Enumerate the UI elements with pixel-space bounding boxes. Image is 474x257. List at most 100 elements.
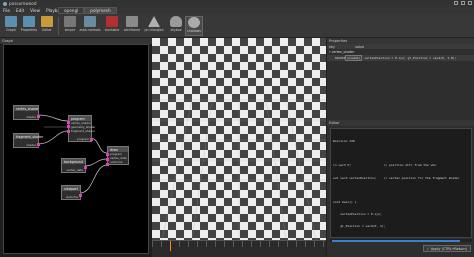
auto-normals-button-label: auto normals (79, 28, 101, 32)
editor-panel: Editor #version 130 in vec3 P; // positi… (326, 120, 474, 257)
timeline-ticks (152, 241, 326, 247)
node-title: vertex_shader (14, 106, 39, 111)
window-controls (454, 1, 472, 5)
node-row: fragment_shader (71, 129, 95, 133)
wire-background-to-draw (83, 158, 108, 167)
menu-edit[interactable]: Edit (16, 8, 24, 13)
code-line: } (333, 237, 469, 238)
simple-button[interactable]: simple (61, 16, 79, 36)
toolbar: Graph Properties Editor simple auto norm… (0, 14, 474, 38)
column-value: value (355, 44, 365, 49)
node-fragment-shader[interactable]: fragment_shader shader (13, 133, 44, 148)
output-port[interactable] (37, 143, 40, 146)
node-program[interactable]: program vertex_shader geometry_shader fr… (67, 115, 96, 142)
output-port[interactable] (90, 138, 93, 141)
timeline-cursor[interactable] (170, 241, 171, 251)
toolbar-tabs: opengl polymesh (58, 7, 117, 14)
editor-panel-header: Editor (327, 120, 474, 126)
graph-icon (5, 16, 17, 27)
wireframe-button[interactable]: wireframe (123, 16, 141, 36)
node-draw[interactable]: draw program vertex_data uniforms (106, 146, 129, 166)
tab-opengl[interactable]: opengl (58, 7, 85, 14)
auto-normals-icon (84, 16, 96, 27)
property-row[interactable]: source invalid() vertexPosition = P.xyz;… (327, 55, 474, 61)
node-title: background (62, 159, 85, 164)
check-icon: ✓ (426, 246, 430, 251)
window-title: possumwood (9, 1, 37, 6)
minimize-icon[interactable] (454, 1, 458, 5)
graph-canvas[interactable]: vertex_shader shader fragment_shader sha… (3, 44, 149, 254)
column-key: key (329, 44, 335, 49)
wire-vertex-to-program (36, 114, 69, 122)
input-port[interactable] (106, 163, 109, 166)
property-pill[interactable]: invalid() (345, 55, 363, 61)
3d-viewport[interactable] (152, 38, 326, 240)
properties-panel: Properties key value ▾ vertex_shader sou… (326, 38, 474, 120)
wireframe-button-label: wireframe (123, 28, 141, 32)
menu-file[interactable]: File (3, 8, 10, 13)
output-port[interactable] (79, 194, 82, 197)
output-port[interactable] (84, 166, 87, 169)
node-row: shader (26, 143, 36, 147)
menu-view[interactable]: View (30, 8, 40, 13)
editor-button-label: Editor (42, 28, 52, 32)
node-title: fragment_shader (14, 134, 44, 139)
simple-icon (64, 16, 76, 27)
close-icon[interactable] (468, 1, 472, 5)
input-port[interactable] (67, 121, 70, 124)
node-viewport[interactable]: viewport uniforms (61, 185, 82, 200)
skybox-button-label: skybox (170, 28, 182, 32)
scrollbar-thumb[interactable] (332, 239, 460, 242)
code-line: #version 130 (333, 139, 355, 143)
graph-button-label: Graph (6, 28, 16, 32)
node-title: viewport (62, 186, 80, 191)
app-logo-icon (3, 1, 7, 6)
input-port[interactable] (106, 158, 109, 161)
node-background[interactable]: background vertex_data (61, 158, 87, 173)
timeline[interactable] (152, 240, 326, 257)
properties-button-label: Properties (20, 28, 38, 32)
code-line: gl_Position = vec4(P, 1); (333, 224, 386, 229)
editor-icon (41, 16, 53, 27)
maximize-icon[interactable] (461, 1, 465, 5)
collapse-arrow-icon[interactable]: ▾ (329, 50, 331, 54)
horizontal-scrollbar[interactable] (330, 239, 472, 242)
turntable-icon (106, 16, 118, 27)
node-vertex-shader[interactable]: vertex_shader shader (13, 105, 40, 120)
shadows-button[interactable]: shadows (185, 16, 203, 36)
node-row: uniforms (65, 195, 78, 199)
toolbar-separator (58, 17, 59, 35)
property-value[interactable]: vertexPosition = P.xyz; gl_Position = ve… (364, 56, 456, 60)
properties-icon (23, 16, 35, 27)
graph-button[interactable]: Graph (2, 16, 20, 36)
code-line: out vec3 vertexPosition; // vertex posit… (333, 175, 460, 180)
turntable-button[interactable]: turntable (103, 16, 121, 36)
code-editor[interactable]: #version 130 in vec3 P; // position attr… (330, 128, 472, 238)
output-port[interactable] (37, 115, 40, 118)
node-row: program (77, 137, 89, 141)
pn-triangles-button[interactable]: pn triangles (145, 16, 164, 36)
title-bar: possumwood (0, 0, 474, 7)
auto-normals-button[interactable]: auto normals (79, 16, 101, 36)
node-row: uniforms (110, 160, 123, 164)
node-row: shader (26, 115, 36, 119)
tab-polymesh[interactable]: polymesh (84, 7, 117, 14)
simple-button-label: simple (64, 28, 76, 32)
input-port[interactable] (106, 153, 109, 156)
skybox-button[interactable]: skybox (167, 16, 185, 36)
property-key: source (335, 56, 346, 60)
input-port[interactable] (67, 130, 70, 133)
code-line: void main() { (333, 199, 357, 204)
shadows-button-label: shadows (187, 29, 201, 33)
editor-button[interactable]: Editor (38, 16, 56, 36)
code-line: in vec3 P; // position attr from the vbo (333, 163, 436, 168)
viewport-wireframe-overlay (152, 99, 326, 240)
properties-button[interactable]: Properties (20, 16, 38, 36)
input-port[interactable] (67, 125, 70, 128)
code-line: vertexPosition = P.xyz; (333, 212, 382, 217)
node-row: vertex_data (66, 168, 83, 172)
apply-button[interactable]: ✓ Apply (CTRL+Return) (422, 245, 471, 252)
turntable-button-label: turntable (104, 28, 120, 32)
